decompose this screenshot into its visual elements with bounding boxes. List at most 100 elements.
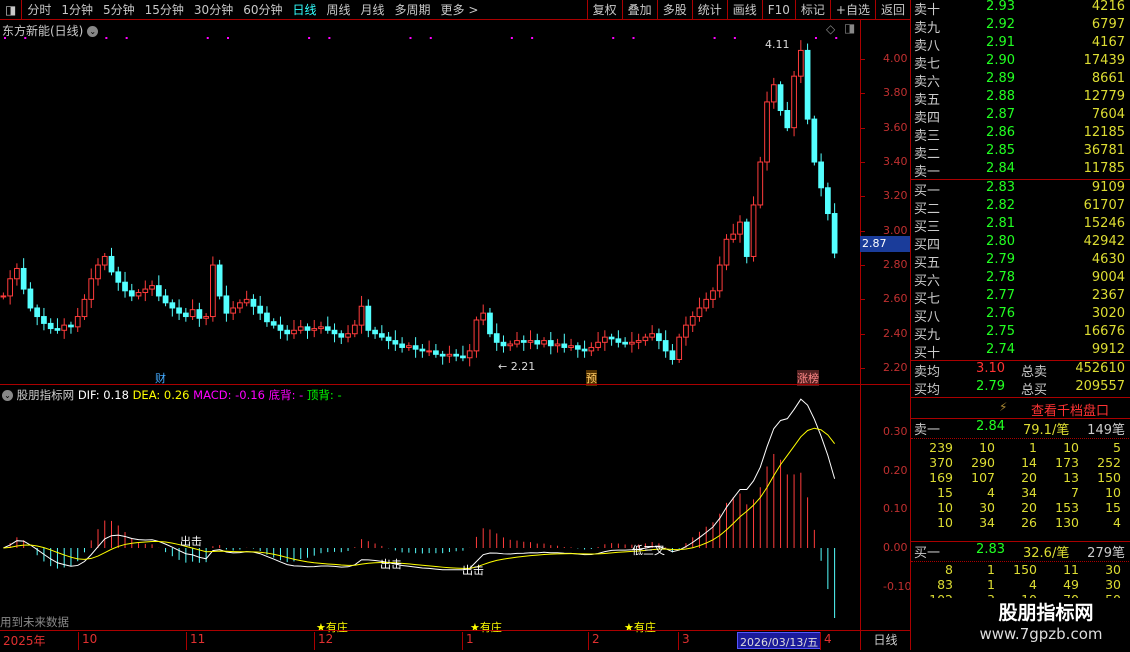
toolbar-button[interactable]: 叠加 (621, 0, 657, 20)
candle (101, 255, 108, 266)
level-label: 卖五 (914, 93, 941, 108)
order-row[interactable]: 买三 2.81 15246 (911, 216, 1130, 235)
volume: 9004 (1091, 270, 1125, 285)
candle (703, 298, 710, 309)
candle (629, 341, 635, 345)
order-row[interactable]: 买五 2.79 4630 (911, 252, 1130, 271)
volume: 9912 (1091, 342, 1125, 357)
level-label: 卖一 (914, 165, 941, 180)
queue-volume: 26 (1021, 515, 1037, 530)
order-row[interactable]: 卖三 2.86 12185 (911, 125, 1130, 144)
price: 2.80 (986, 234, 1015, 249)
candle (81, 298, 88, 318)
toolbar-button[interactable]: 标记 (794, 0, 830, 20)
period-tab[interactable]: 1分钟 (56, 0, 98, 20)
toolbar-button[interactable]: +自选 (829, 0, 875, 20)
level-label: 买三 (914, 220, 941, 235)
period-tab[interactable]: 周线 (322, 0, 356, 20)
label: 卖一 (914, 423, 941, 438)
queue-volume: 20 (1021, 470, 1037, 485)
period-tab[interactable]: 30分钟 (189, 0, 238, 20)
period-tab[interactable]: 60分钟 (238, 0, 287, 20)
toolbar-button[interactable]: 复权 (586, 0, 622, 20)
order-row[interactable]: 卖七 2.90 17439 (911, 53, 1130, 72)
candle (608, 336, 615, 340)
dropdown-icon[interactable]: ⌄ (2, 390, 13, 401)
time-label: 11 (186, 632, 205, 650)
period-tab[interactable]: 月线 (356, 0, 390, 20)
queue-volume: 30 (979, 500, 995, 515)
dea-value: DEA: 0.26 (132, 388, 190, 402)
future-data-note: 用到未来数据 (0, 615, 69, 629)
toolbar-button[interactable]: 返回 (874, 0, 910, 20)
time-label: 4 (820, 632, 832, 650)
candle (169, 302, 176, 309)
period-label[interactable]: 日线 (860, 631, 910, 650)
period-tab[interactable]: 日线 (287, 0, 321, 20)
order-row[interactable]: 买八 2.76 3020 (911, 306, 1130, 325)
queue-head: 卖一 2.84 79.1/笔 149笔 (911, 419, 1130, 438)
order-row[interactable]: 卖六 2.89 8661 (911, 71, 1130, 90)
order-row[interactable]: 买六 2.78 9004 (911, 270, 1130, 289)
price-tick: 3.60 (883, 120, 908, 134)
volume: 12185 (1083, 125, 1125, 140)
candle (649, 333, 656, 338)
price: 2.93 (986, 0, 1015, 14)
candle (534, 340, 541, 345)
candle (88, 278, 95, 300)
period-tab[interactable]: 分时 (22, 0, 56, 20)
order-row[interactable]: 卖八 2.91 4167 (911, 35, 1130, 54)
level-label: 卖七 (914, 57, 941, 72)
level-label: 卖六 (914, 75, 941, 90)
order-row[interactable]: 买十 2.74 9912 (911, 342, 1130, 361)
price: 2.82 (986, 198, 1015, 213)
layout-toggle-icon[interactable]: ◨ (0, 0, 23, 20)
toolbar-button[interactable]: 统计 (691, 0, 727, 20)
candle (460, 355, 466, 359)
period-tab[interactable]: 5分钟 (98, 0, 140, 20)
candle (162, 295, 169, 304)
queue-volume: 150 (1097, 470, 1121, 485)
view-depth-button[interactable]: 查看千档盘口 (1031, 400, 1109, 419)
candle (338, 333, 345, 338)
order-row[interactable]: 卖十 2.93 4216 (911, 0, 1130, 18)
signal-dot (612, 37, 615, 39)
period-tab[interactable]: 更多 > (436, 0, 484, 20)
volume: 2367 (1091, 288, 1125, 303)
candle (405, 345, 412, 348)
candle (520, 340, 527, 343)
indicator-name[interactable]: 股朋指标网 (17, 388, 75, 402)
order-row[interactable]: 卖五 2.88 12779 (911, 89, 1130, 108)
toolbar-button[interactable]: F10 (761, 0, 795, 20)
period-tab[interactable]: 15分钟 (140, 0, 189, 20)
order-row[interactable]: 卖一 2.84 11785 (911, 161, 1130, 180)
period-tab[interactable]: 多周期 (390, 0, 436, 20)
signal-dot (531, 37, 534, 39)
signal-label: 低三叉 (632, 544, 665, 557)
candle (642, 336, 649, 342)
toolbar-button[interactable]: 多股 (656, 0, 692, 20)
order-row[interactable]: 卖九 2.92 6797 (911, 17, 1130, 36)
order-row[interactable]: 买九 2.75 16676 (911, 324, 1130, 343)
volume: 61707 (1083, 198, 1125, 213)
order-row[interactable]: 买七 2.77 2367 (911, 288, 1130, 307)
candle (811, 118, 818, 163)
order-row[interactable]: 买一 2.83 9109 (911, 180, 1130, 199)
period-toolbar: ◨ 分时 1分钟 5分钟 15分钟 30分钟 60分钟 日线 周线 月线 多周期 更多 > 复权 叠加… (0, 0, 910, 20)
toolbar-button[interactable]: 画线 (726, 0, 762, 20)
price: 2.88 (986, 89, 1015, 104)
order-row[interactable]: 买二 2.82 61707 (911, 198, 1130, 217)
kline-chart[interactable] (0, 20, 860, 630)
candle (541, 340, 547, 345)
order-row[interactable]: 卖二 2.85 36781 (911, 143, 1130, 162)
queue-volume: 153 (1055, 500, 1079, 515)
candle (47, 322, 54, 330)
order-row[interactable]: 买四 2.80 42942 (911, 234, 1130, 253)
signal-dot (227, 37, 230, 39)
candle (284, 329, 291, 335)
signal-label: 出击 (462, 564, 484, 577)
label: 总买 (1021, 383, 1048, 398)
queue-volume: 30 (1105, 562, 1121, 577)
candle (750, 204, 757, 257)
order-row[interactable]: 卖四 2.87 7604 (911, 107, 1130, 126)
